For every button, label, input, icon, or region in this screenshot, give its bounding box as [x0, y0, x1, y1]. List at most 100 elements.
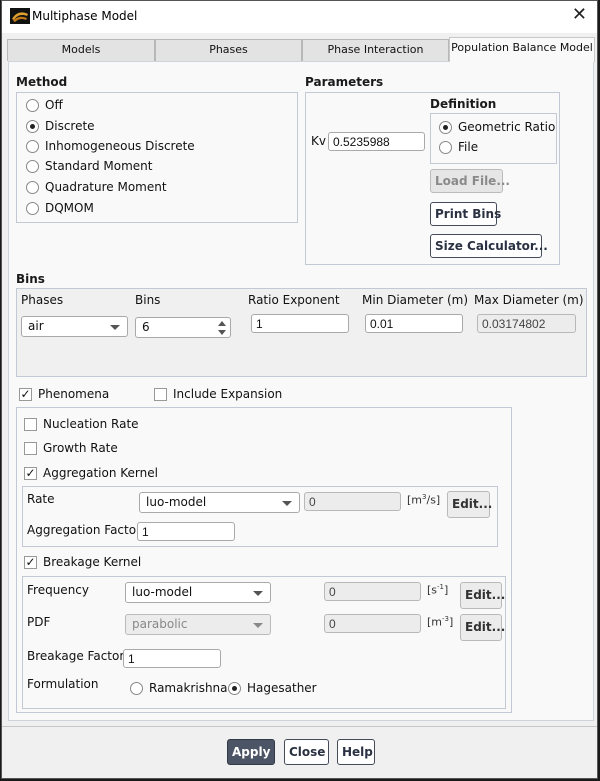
- checkmark-icon[interactable]: ✓: [19, 387, 32, 401]
- method-option-discrete[interactable]: Discrete: [26, 119, 95, 133]
- help-button[interactable]: Help: [337, 739, 375, 765]
- radio-selected-icon[interactable]: [228, 681, 241, 695]
- aggregation-kernel-checkbox[interactable]: ✓ Aggregation Kernel: [24, 466, 158, 480]
- phases-label: Phases: [21, 293, 64, 307]
- radio-selected-icon[interactable]: [26, 119, 39, 133]
- population-balance-panel: Method Off Discrete Inhomogeneous Discre…: [8, 61, 594, 721]
- unit-base: [m: [407, 493, 423, 507]
- radio-icon[interactable]: [26, 180, 39, 194]
- radio-selected-icon[interactable]: [439, 120, 452, 134]
- apply-button[interactable]: Apply: [227, 739, 275, 765]
- radio-icon[interactable]: [26, 201, 39, 215]
- chevron-down-icon: [253, 623, 263, 628]
- footer-divider: [2, 726, 597, 727]
- print-bins-button[interactable]: Print Bins: [430, 202, 501, 226]
- size-calculator-button[interactable]: Size Calculator...: [430, 234, 548, 258]
- checkbox-empty-icon[interactable]: [24, 441, 37, 455]
- growth-rate-checkbox[interactable]: Growth Rate: [24, 441, 118, 455]
- frequency-edit-button[interactable]: Edit...: [460, 582, 505, 609]
- aggregation-kernel-label: Aggregation Kernel: [43, 466, 158, 480]
- title-bar: Multiphase Model ✕: [2, 1, 597, 33]
- aggregation-group: Rate luo-model [m3/s] Edit... Aggregatio…: [22, 486, 498, 547]
- tab-phase-interaction[interactable]: Phase Interaction: [302, 39, 449, 61]
- breakage-kernel-checkbox[interactable]: ✓ Breakage Kernel: [24, 555, 141, 569]
- unit-exponent: -3: [442, 615, 449, 623]
- definition-option-geometric-ratio[interactable]: Geometric Ratio: [439, 120, 555, 134]
- min-diameter-label: Min Diameter (m): [362, 293, 468, 307]
- unit-tail: ]: [449, 615, 454, 629]
- pdf-unit: [m-3]: [427, 615, 453, 629]
- checkbox-empty-icon[interactable]: [24, 417, 37, 431]
- bins-group: Phases air Bins 6 Ratio Exponent Min Dia…: [16, 288, 587, 377]
- max-diameter-label: Max Diameter (m): [474, 293, 584, 307]
- method-option-dqmom[interactable]: DQMOM: [26, 201, 94, 215]
- formulation-option-hagesather[interactable]: Hagesather: [228, 681, 317, 695]
- option-label: Standard Moment: [45, 159, 153, 173]
- bins-count-spinner[interactable]: 6: [135, 317, 231, 338]
- tab-population-balance-model[interactable]: Population Balance Model: [449, 37, 595, 62]
- rate-label: Rate: [27, 492, 55, 506]
- kv-input[interactable]: [328, 132, 425, 151]
- spinner-arrows-icon[interactable]: [218, 321, 226, 335]
- growth-rate-label: Growth Rate: [43, 441, 118, 455]
- definition-title: Definition: [430, 97, 497, 111]
- close-button[interactable]: Close: [284, 739, 329, 765]
- load-file-button[interactable]: Load File...: [430, 169, 510, 193]
- tab-bar: Models Phases Phase Interaction Populati…: [7, 37, 595, 62]
- rate-dropdown[interactable]: luo-model: [139, 492, 300, 513]
- unit-base: [s: [427, 583, 438, 597]
- method-option-off[interactable]: Off: [26, 98, 63, 112]
- method-title: Method: [16, 75, 68, 89]
- include-expansion-label: Include Expansion: [173, 387, 283, 401]
- phenomena-checkbox[interactable]: ✓ Phenomena: [19, 387, 109, 401]
- method-option-standard-moment[interactable]: Standard Moment: [26, 159, 152, 173]
- ratio-exponent-input[interactable]: [251, 314, 349, 333]
- kv-label: Kv: [311, 134, 326, 148]
- min-diameter-input[interactable]: [365, 314, 463, 333]
- aggregation-factor-label: Aggregation Factor: [27, 523, 141, 537]
- chevron-down-icon: [282, 501, 292, 506]
- include-expansion-checkbox[interactable]: Include Expansion: [154, 387, 282, 401]
- parameters-title: Parameters: [305, 75, 384, 89]
- formulation-option-ramakrishna[interactable]: Ramakrishna: [130, 681, 228, 695]
- aggregation-factor-input[interactable]: [137, 522, 235, 541]
- phases-selected-value: air: [28, 319, 44, 333]
- phenomena-group: Nucleation Rate Growth Rate ✓ Aggregation…: [16, 407, 512, 713]
- definition-option-file[interactable]: File: [439, 140, 478, 154]
- breakage-factor-input[interactable]: [123, 649, 221, 668]
- radio-icon[interactable]: [26, 159, 39, 173]
- frequency-dropdown[interactable]: luo-model: [125, 582, 271, 603]
- checkmark-icon[interactable]: ✓: [24, 466, 37, 480]
- ansys-fluent-icon: [10, 8, 30, 24]
- ratio-exponent-label: Ratio Exponent: [248, 293, 340, 307]
- option-label: Ramakrishna: [149, 681, 228, 695]
- pdf-selected-value: parabolic: [132, 617, 188, 631]
- close-icon[interactable]: ✕: [572, 5, 587, 25]
- pdf-dropdown[interactable]: parabolic: [125, 614, 271, 635]
- rate-selected-value: luo-model: [146, 495, 207, 509]
- bins-count-label: Bins: [135, 293, 161, 307]
- radio-icon[interactable]: [26, 98, 39, 112]
- tab-models[interactable]: Models: [7, 39, 155, 61]
- phases-dropdown[interactable]: air: [21, 316, 128, 337]
- method-option-quadrature-moment[interactable]: Quadrature Moment: [26, 180, 167, 194]
- method-option-inhomogeneous-discrete[interactable]: Inhomogeneous Discrete: [26, 139, 195, 153]
- phenomena-label: Phenomena: [38, 387, 110, 401]
- nucleation-rate-checkbox[interactable]: Nucleation Rate: [24, 417, 139, 431]
- rate-constant-value: [304, 492, 401, 511]
- option-label: Geometric Ratio: [458, 120, 556, 134]
- radio-icon[interactable]: [130, 681, 143, 695]
- checkmark-icon[interactable]: ✓: [24, 555, 37, 569]
- checkbox-empty-icon[interactable]: [154, 387, 167, 401]
- pdf-edit-button[interactable]: Edit...: [460, 614, 505, 641]
- radio-icon[interactable]: [26, 139, 39, 153]
- max-diameter-value: [477, 314, 576, 333]
- unit-base: [m: [427, 615, 443, 629]
- frequency-label: Frequency: [27, 583, 89, 597]
- chevron-down-icon: [110, 325, 120, 330]
- formulation-label: Formulation: [27, 677, 99, 691]
- radio-icon[interactable]: [439, 140, 452, 154]
- aggregation-rate-edit-button[interactable]: Edit...: [447, 491, 492, 518]
- tab-phases[interactable]: Phases: [155, 39, 302, 61]
- chevron-down-icon: [253, 591, 263, 596]
